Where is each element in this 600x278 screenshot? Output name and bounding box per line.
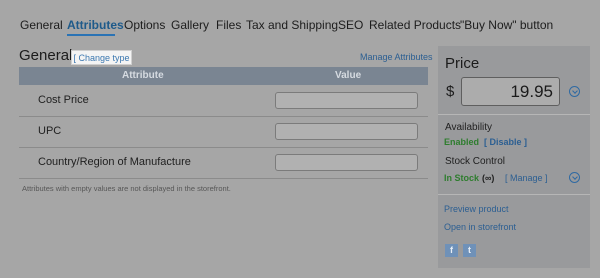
stock-options-chevron-icon[interactable] <box>569 172 580 183</box>
stock-control-label: Stock Control <box>445 156 506 167</box>
upc-input[interactable] <box>275 123 418 140</box>
price-title: Price <box>445 55 480 72</box>
stock-status: In Stock <box>444 173 480 183</box>
sidebar-divider <box>438 114 590 115</box>
section-title: General <box>19 47 73 64</box>
twitter-icon[interactable]: t <box>463 244 476 257</box>
cost-price-input[interactable] <box>275 92 418 109</box>
availability-status: Enabled <box>444 137 480 147</box>
stock-quantity: (∞) <box>482 173 495 183</box>
active-tab-indicator <box>67 34 115 36</box>
column-header-attribute: Attribute <box>122 70 164 81</box>
availability-label: Availability <box>445 122 493 133</box>
preview-product-link[interactable]: Preview product <box>444 204 509 214</box>
attributes-table-header: Attribute Value <box>19 67 428 85</box>
tab-gallery[interactable]: Gallery <box>171 18 209 32</box>
facebook-icon[interactable]: f <box>445 244 458 257</box>
tab-general[interactable]: General <box>20 18 63 32</box>
tab-tax-and-shipping[interactable]: Tax and Shipping <box>246 18 338 32</box>
tab-files[interactable]: Files <box>216 18 241 32</box>
attribute-label-cost-price: Cost Price <box>38 94 89 106</box>
table-row: UPC <box>19 117 428 148</box>
change-type-link[interactable]: [ Change type ] <box>71 50 132 78</box>
manage-attributes-link[interactable]: Manage Attributes <box>360 52 433 62</box>
column-header-value: Value <box>335 70 362 81</box>
currency-symbol: $ <box>446 83 455 100</box>
tab-seo[interactable]: SEO <box>338 18 363 32</box>
country-of-manufacture-input[interactable] <box>275 154 418 171</box>
tab-attributes[interactable]: Attributes <box>67 18 124 32</box>
table-row: Cost Price <box>19 86 428 117</box>
manage-stock-link[interactable]: [ Manage ] <box>505 173 548 183</box>
sidebar-divider <box>438 194 590 195</box>
tab-buy-now-button[interactable]: "Buy Now" button <box>460 18 553 32</box>
table-row: Country/Region of Manufacture <box>19 148 428 179</box>
attribute-label-country-of-manufacture: Country/Region of Manufacture <box>38 156 191 168</box>
price-input[interactable] <box>461 77 560 106</box>
tab-related-products[interactable]: Related Products <box>369 18 461 32</box>
open-in-storefront-link[interactable]: Open in storefront <box>444 222 516 232</box>
empty-values-note: Attributes with empty values are not dis… <box>22 184 231 193</box>
price-options-chevron-icon[interactable] <box>569 86 580 97</box>
disable-link[interactable]: [ Disable ] <box>484 137 527 147</box>
attribute-label-upc: UPC <box>38 125 62 137</box>
tab-options[interactable]: Options <box>124 18 165 32</box>
